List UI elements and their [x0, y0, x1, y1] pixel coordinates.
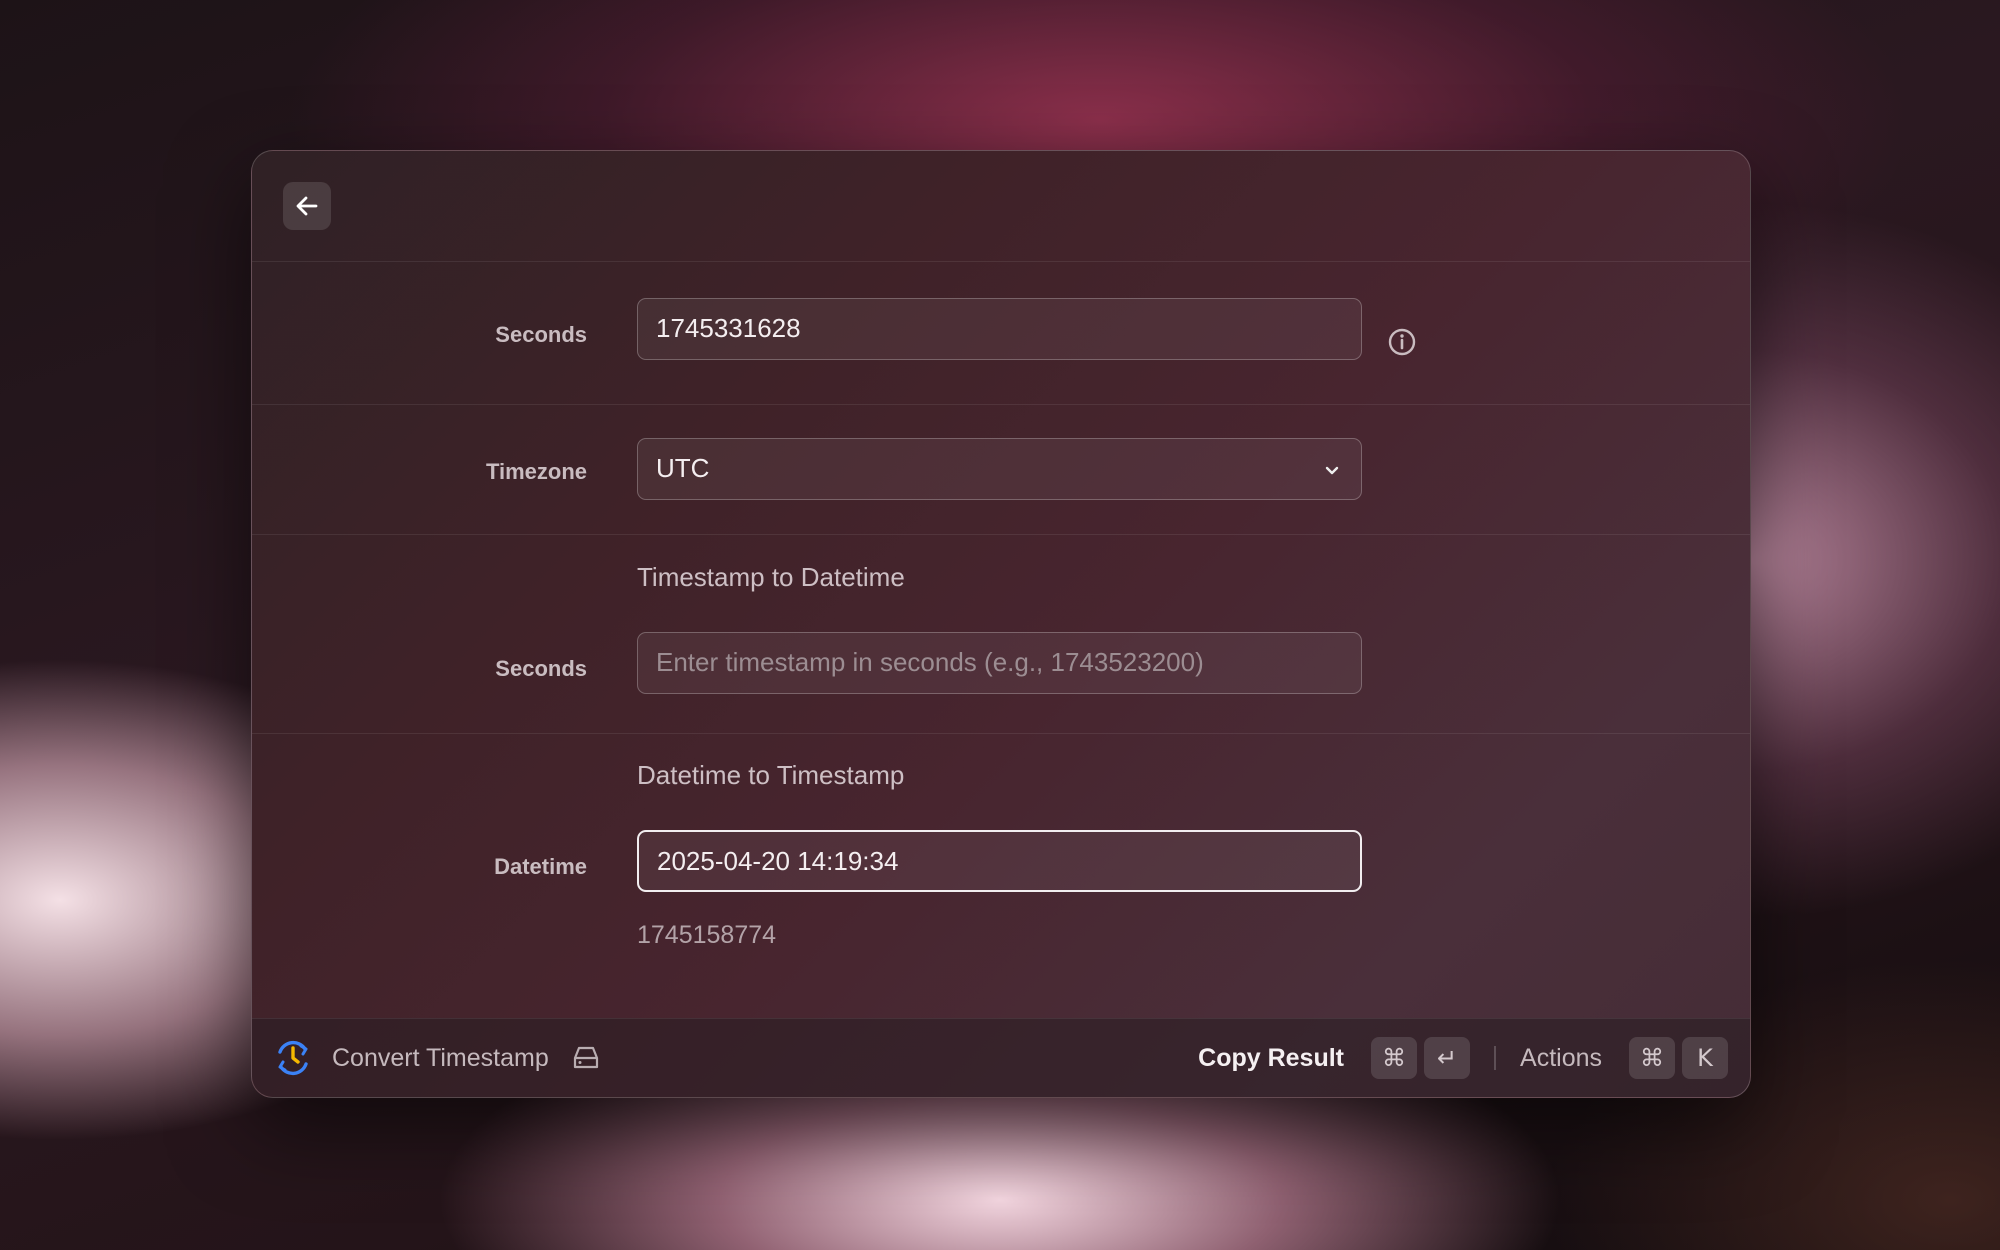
datetime-input[interactable]: 2025-04-20 14:19:34: [637, 830, 1362, 892]
arrow-left-icon: [296, 196, 318, 216]
datetime-label: Datetime: [494, 854, 587, 879]
seconds-row: Seconds 1745331628: [252, 261, 1750, 405]
return-key-icon: ↵: [1424, 1037, 1471, 1079]
clock-refresh-icon: [278, 1040, 308, 1076]
timestamp-to-datetime-section: Timestamp to Datetime Seconds Enter time…: [252, 535, 1750, 734]
copy-result-button[interactable]: Copy Result: [1198, 1044, 1344, 1073]
datetime-to-timestamp-section: Datetime to Timestamp Datetime 2025-04-2…: [252, 734, 1750, 1019]
timezone-value: UTC: [656, 453, 710, 483]
back-button[interactable]: [283, 182, 331, 230]
info-icon[interactable]: [1386, 326, 1418, 358]
timestamp-result: 1745158774: [637, 921, 777, 949]
command-key-icon: ⌘: [1629, 1037, 1675, 1079]
command-name: Convert Timestamp: [332, 1043, 549, 1072]
timezone-label: Timezone: [485, 459, 587, 484]
k-key: K: [1682, 1037, 1728, 1079]
section-title-datetime-to-timestamp: Datetime to Timestamp: [637, 760, 905, 790]
timestamp-seconds-input[interactable]: Enter timestamp in seconds (e.g., 174352…: [637, 632, 1362, 694]
chevron-down-icon: [1325, 466, 1339, 475]
seconds-label: Seconds: [495, 322, 587, 347]
drive-icon: [573, 1046, 598, 1069]
section-title-timestamp-to-datetime: Timestamp to Datetime: [637, 562, 905, 592]
command-key-icon: ⌘: [1371, 1037, 1418, 1079]
ts-seconds-label: Seconds: [495, 656, 587, 681]
timezone-row: Timezone UTC: [252, 405, 1750, 535]
top-bar: [252, 151, 1750, 262]
action-bar: Convert Timestamp Copy Result ⌘ ↵ Action…: [252, 1018, 1750, 1097]
extension-window: Seconds 1745331628 Timezone UTC Timestam…: [251, 150, 1751, 1098]
actions-button[interactable]: Actions: [1520, 1044, 1602, 1073]
divider: [1494, 1046, 1497, 1070]
seconds-input[interactable]: 1745331628: [637, 298, 1362, 360]
timezone-select[interactable]: UTC: [637, 438, 1362, 500]
